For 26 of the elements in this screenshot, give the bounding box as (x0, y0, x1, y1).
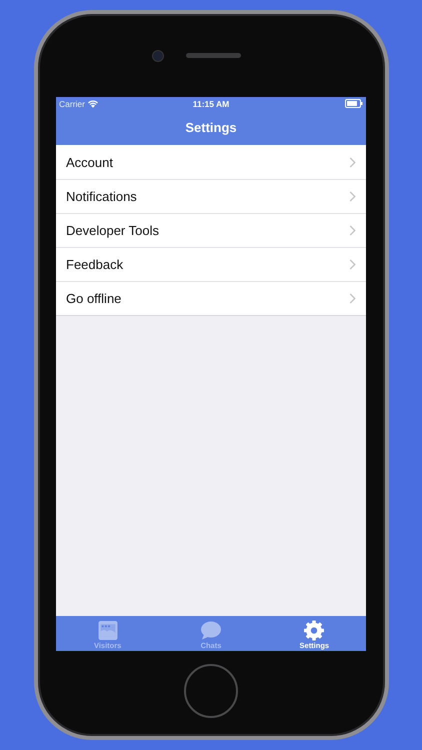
battery-icon (344, 99, 363, 108)
wifi-icon (88, 100, 98, 108)
camera-lens (152, 50, 164, 62)
speech-bubble-icon (200, 620, 222, 641)
row-label: Notifications (66, 189, 137, 204)
menu-row[interactable]: Account (56, 145, 366, 179)
menu-row[interactable]: Developer Tools (56, 213, 366, 247)
menu-row[interactable]: Notifications (56, 179, 366, 213)
menu-row[interactable]: Feedback (56, 247, 366, 281)
chevron-icon (349, 259, 356, 270)
chevron-icon (349, 293, 356, 304)
clock-time: 11:15 AM (192, 98, 230, 108)
home-button[interactable] (184, 664, 238, 718)
image-window-icon (96, 620, 119, 641)
carrier-label: Carrier (59, 98, 85, 108)
menu-row[interactable]: Go offline (56, 281, 366, 315)
speaker-grille (186, 53, 240, 58)
row-label: Account (66, 154, 113, 170)
chevron-icon (349, 225, 356, 236)
chevron-icon (349, 156, 356, 168)
row-label: Go offline (66, 291, 122, 306)
row-label: Feedback (66, 257, 124, 272)
chevron-icon (349, 191, 356, 202)
screen-title: Settings (184, 119, 238, 137)
row-label: Developer Tools (66, 223, 159, 238)
settings-icon (303, 620, 326, 641)
